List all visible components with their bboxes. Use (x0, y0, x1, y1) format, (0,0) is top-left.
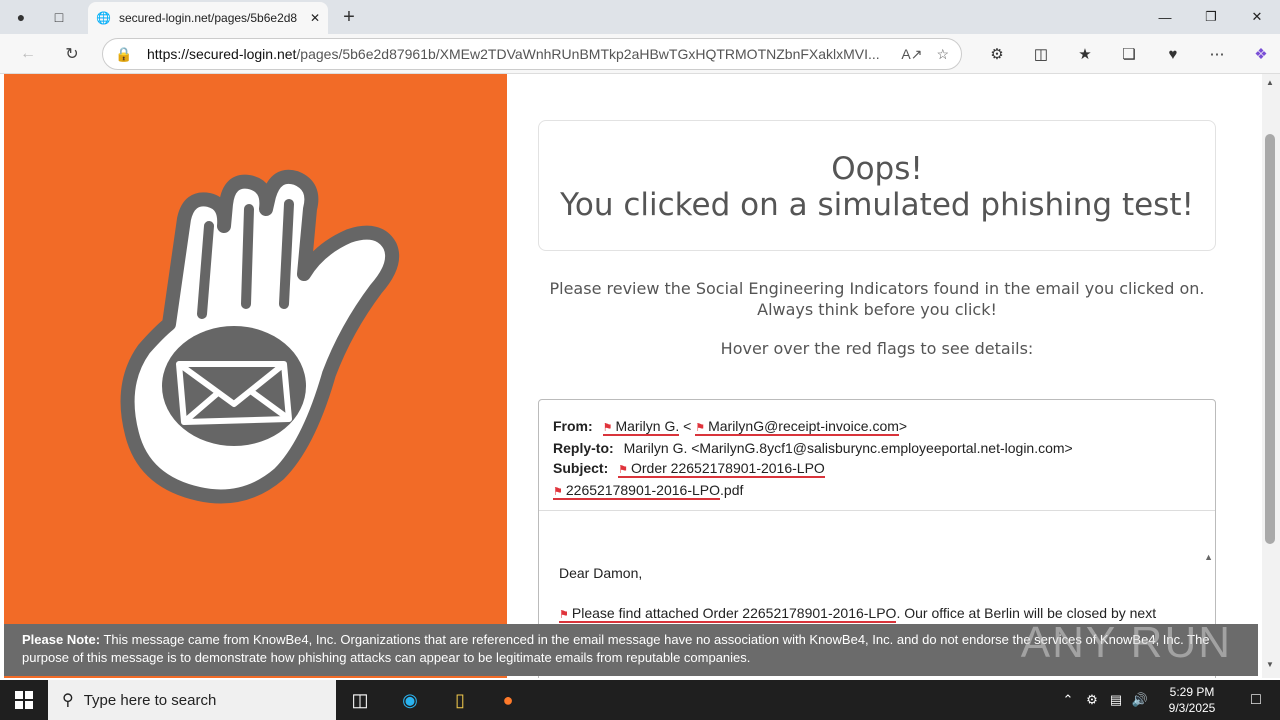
tray-chevron-icon[interactable]: ⌃ (1056, 692, 1080, 708)
start-button[interactable] (0, 680, 48, 720)
page-scrollbar[interactable]: ▲ ▼ (1262, 74, 1280, 678)
collections-icon[interactable]: ❏ (1107, 40, 1151, 68)
from-row: From: ⚑ Marilyn G. < ⚑ MarilynG@receipt-in… (553, 418, 908, 436)
subject-row: Subject: ⚑ Order 22652178901-2016-LPO (553, 460, 825, 478)
search-placeholder: Type here to search (83, 691, 217, 709)
scroll-down-icon[interactable]: ▼ (1266, 660, 1274, 669)
replyto-row: Reply-to: Marilyn G. <MarilynG.8ycf1@sal… (553, 440, 1073, 456)
note-label: Please Note: (22, 632, 101, 647)
attachment-row: ⚑ 22652178901-2016-LPO.pdf (553, 482, 744, 500)
page-content: Oops! You clicked on a simulated phishin… (0, 74, 1262, 678)
edge-taskbar-icon[interactable]: ◉ (386, 680, 434, 720)
extensions-icon[interactable]: ⚙ (975, 40, 1019, 68)
minimize-icon[interactable]: — (1142, 0, 1188, 34)
red-flag-icon: ⚑ (602, 422, 613, 434)
system-tray: ⌃ ⚙ ▤ 🔊 5:29 PM 9/3/2025 □ (1056, 680, 1280, 720)
notifications-icon[interactable]: □ (1232, 691, 1280, 709)
clock-time: 5:29 PM (1169, 685, 1215, 699)
red-flag-attachment[interactable]: ⚑ 22652178901-2016-LPO (553, 482, 721, 500)
network-icon[interactable]: ▤ (1104, 692, 1128, 708)
taskbar: ⚲ Type here to search ◫ ◉ ▯ ● ⌃ ⚙ ▤ 🔊 5:… (0, 680, 1280, 720)
scroll-up-icon[interactable]: ▲ (1266, 78, 1274, 87)
volume-icon[interactable]: 🔊 (1128, 692, 1152, 708)
close-window-icon[interactable]: ✕ (1234, 0, 1280, 34)
red-flag-from-name[interactable]: ⚑ Marilyn G. (602, 418, 680, 436)
browser-tab[interactable]: 🌐 secured-login.net/pages/5b6e2d8 ✕ (88, 2, 328, 34)
search-icon: ⚲ (62, 692, 74, 709)
close-tab-icon[interactable]: ✕ (310, 11, 320, 25)
back-icon[interactable]: ← (16, 43, 40, 65)
warning-panel (4, 74, 507, 678)
refresh-icon[interactable]: ↻ (60, 43, 84, 65)
scrollbar-thumb[interactable] (1265, 134, 1275, 544)
review-text-line1: Please review the Social Engineering Ind… (549, 279, 1205, 298)
email-greeting: Dear Damon, (559, 565, 643, 581)
red-flag-body[interactable]: ⚑ Please find attached Order 22652178901-… (559, 605, 897, 623)
oops-card: Oops! You clicked on a simulated phishin… (538, 120, 1216, 251)
copilot-icon[interactable]: ❖ (1239, 40, 1280, 68)
red-flag-icon: ⚑ (618, 464, 628, 476)
site-info-icon[interactable]: 🔒 (115, 46, 132, 63)
browser-essentials-icon[interactable]: ♥ (1151, 40, 1195, 68)
email-headers: From: ⚑ Marilyn G. < ⚑ MarilynG@receipt-in… (539, 400, 1215, 511)
clock[interactable]: 5:29 PM 9/3/2025 (1152, 684, 1232, 716)
new-tab-icon[interactable]: + (338, 6, 360, 28)
favorites-icon[interactable]: ★ (1063, 40, 1107, 68)
tab-bar: ● □ 🌐 secured-login.net/pages/5b6e2d8 ✕ … (0, 0, 1280, 34)
address-toolbar: ← ↻ 🔒 https://secured-login.net/pages/5b… (0, 34, 1280, 74)
email-body: Dear Damon, ⚑ Please find attached Order … (539, 511, 1215, 625)
review-text-line2: Always think before you click! (757, 300, 997, 319)
red-flag-from-email[interactable]: ⚑ MarilynG@receipt-invoice.com (695, 418, 899, 436)
red-flag-icon: ⚑ (559, 609, 569, 621)
favorite-star-icon[interactable]: ☆ (936, 46, 949, 63)
anyrun-watermark: ANY RUN (1020, 618, 1232, 667)
url-field[interactable]: 🔒 https://secured-login.net/pages/5b6e2d… (102, 38, 962, 70)
restore-icon[interactable]: ❐ (1188, 0, 1234, 34)
task-view-icon[interactable]: ◫ (336, 680, 384, 720)
oops-heading: Oops! (831, 151, 923, 187)
clock-date: 9/3/2025 (1168, 701, 1216, 715)
file-explorer-icon[interactable]: ▯ (436, 680, 484, 720)
profile-icon[interactable]: ● (10, 6, 32, 28)
red-flag-icon: ⚑ (553, 486, 563, 498)
tab-title: secured-login.net/pages/5b6e2d8 (118, 11, 298, 25)
red-flag-subject[interactable]: ⚑ Order 22652178901-2016-LPO (618, 460, 825, 478)
phishing-test-heading: You clicked on a simulated phishing test… (560, 187, 1194, 223)
stop-hand-icon (120, 169, 400, 504)
email-scroll-up-icon[interactable]: ▲ (1204, 552, 1213, 562)
more-menu-icon[interactable]: ⋯ (1195, 40, 1239, 68)
windows-logo-icon (15, 691, 33, 709)
tab-actions-icon[interactable]: □ (48, 6, 70, 28)
globe-icon: 🌐 (96, 11, 111, 25)
split-screen-icon[interactable]: ◫ (1019, 40, 1063, 68)
firefox-icon[interactable]: ● (484, 680, 532, 720)
url-text: https://secured-login.net/pages/5b6e2d87… (147, 46, 880, 62)
red-flag-icon: ⚑ (695, 422, 706, 434)
read-aloud-icon[interactable]: A↗ (901, 46, 922, 63)
taskbar-search[interactable]: ⚲ Type here to search (48, 680, 336, 720)
hover-instructions: Hover over the red flags to see details: (720, 339, 1034, 358)
tray-app-icon[interactable]: ⚙ (1080, 692, 1104, 708)
review-instructions: Please review the Social Engineering Ind… (538, 278, 1216, 320)
